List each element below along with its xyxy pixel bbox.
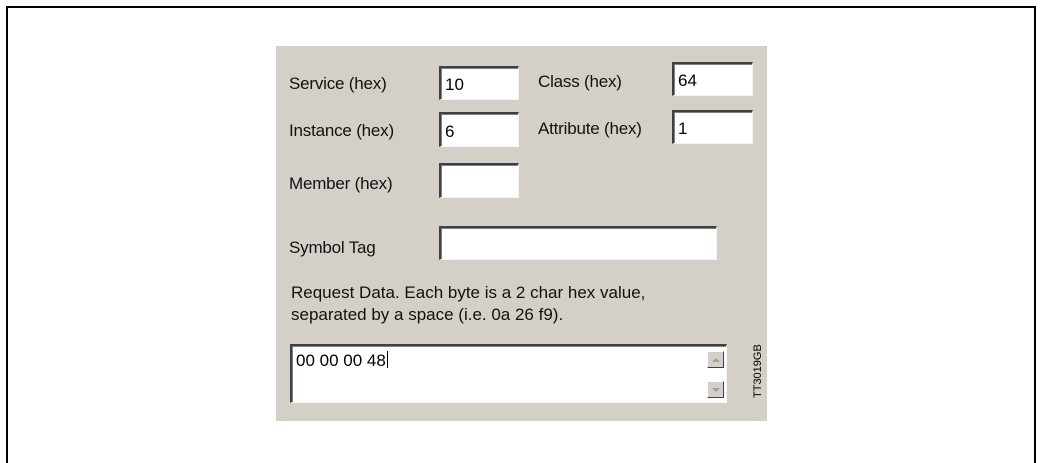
request-note-line1: Request Data. Each byte is a 2 char hex … xyxy=(291,283,646,302)
symbol-tag-label: Symbol Tag xyxy=(289,238,376,257)
member-label: Member (hex) xyxy=(289,174,393,193)
service-label: Service (hex) xyxy=(289,74,387,93)
request-data-value: 00 00 00 48 xyxy=(296,351,386,370)
instance-input[interactable] xyxy=(439,112,519,147)
instance-label: Instance (hex) xyxy=(289,121,394,140)
symbol-tag-input[interactable] xyxy=(439,226,717,260)
scroll-down-button[interactable] xyxy=(707,381,724,398)
attribute-input[interactable] xyxy=(672,110,753,144)
scroll-up-arrow-icon xyxy=(711,357,720,362)
member-input[interactable] xyxy=(439,163,519,198)
request-data-textarea[interactable]: 00 00 00 48 xyxy=(290,344,727,403)
request-data-text-wrap: 00 00 00 48 xyxy=(296,351,388,371)
class-label: Class (hex) xyxy=(538,72,622,91)
request-data-note: Request Data. Each byte is a 2 char hex … xyxy=(291,282,761,326)
class-input[interactable] xyxy=(672,62,753,96)
attribute-label: Attribute (hex) xyxy=(538,119,642,138)
scroll-up-button[interactable] xyxy=(707,351,724,368)
service-input[interactable] xyxy=(439,66,519,100)
text-caret xyxy=(386,351,388,368)
figure-code: TT3019GB xyxy=(752,344,764,398)
request-note-line2: separated by a space (i.e. 0a 26 f9). xyxy=(291,305,564,324)
scroll-down-arrow-icon xyxy=(711,387,720,392)
